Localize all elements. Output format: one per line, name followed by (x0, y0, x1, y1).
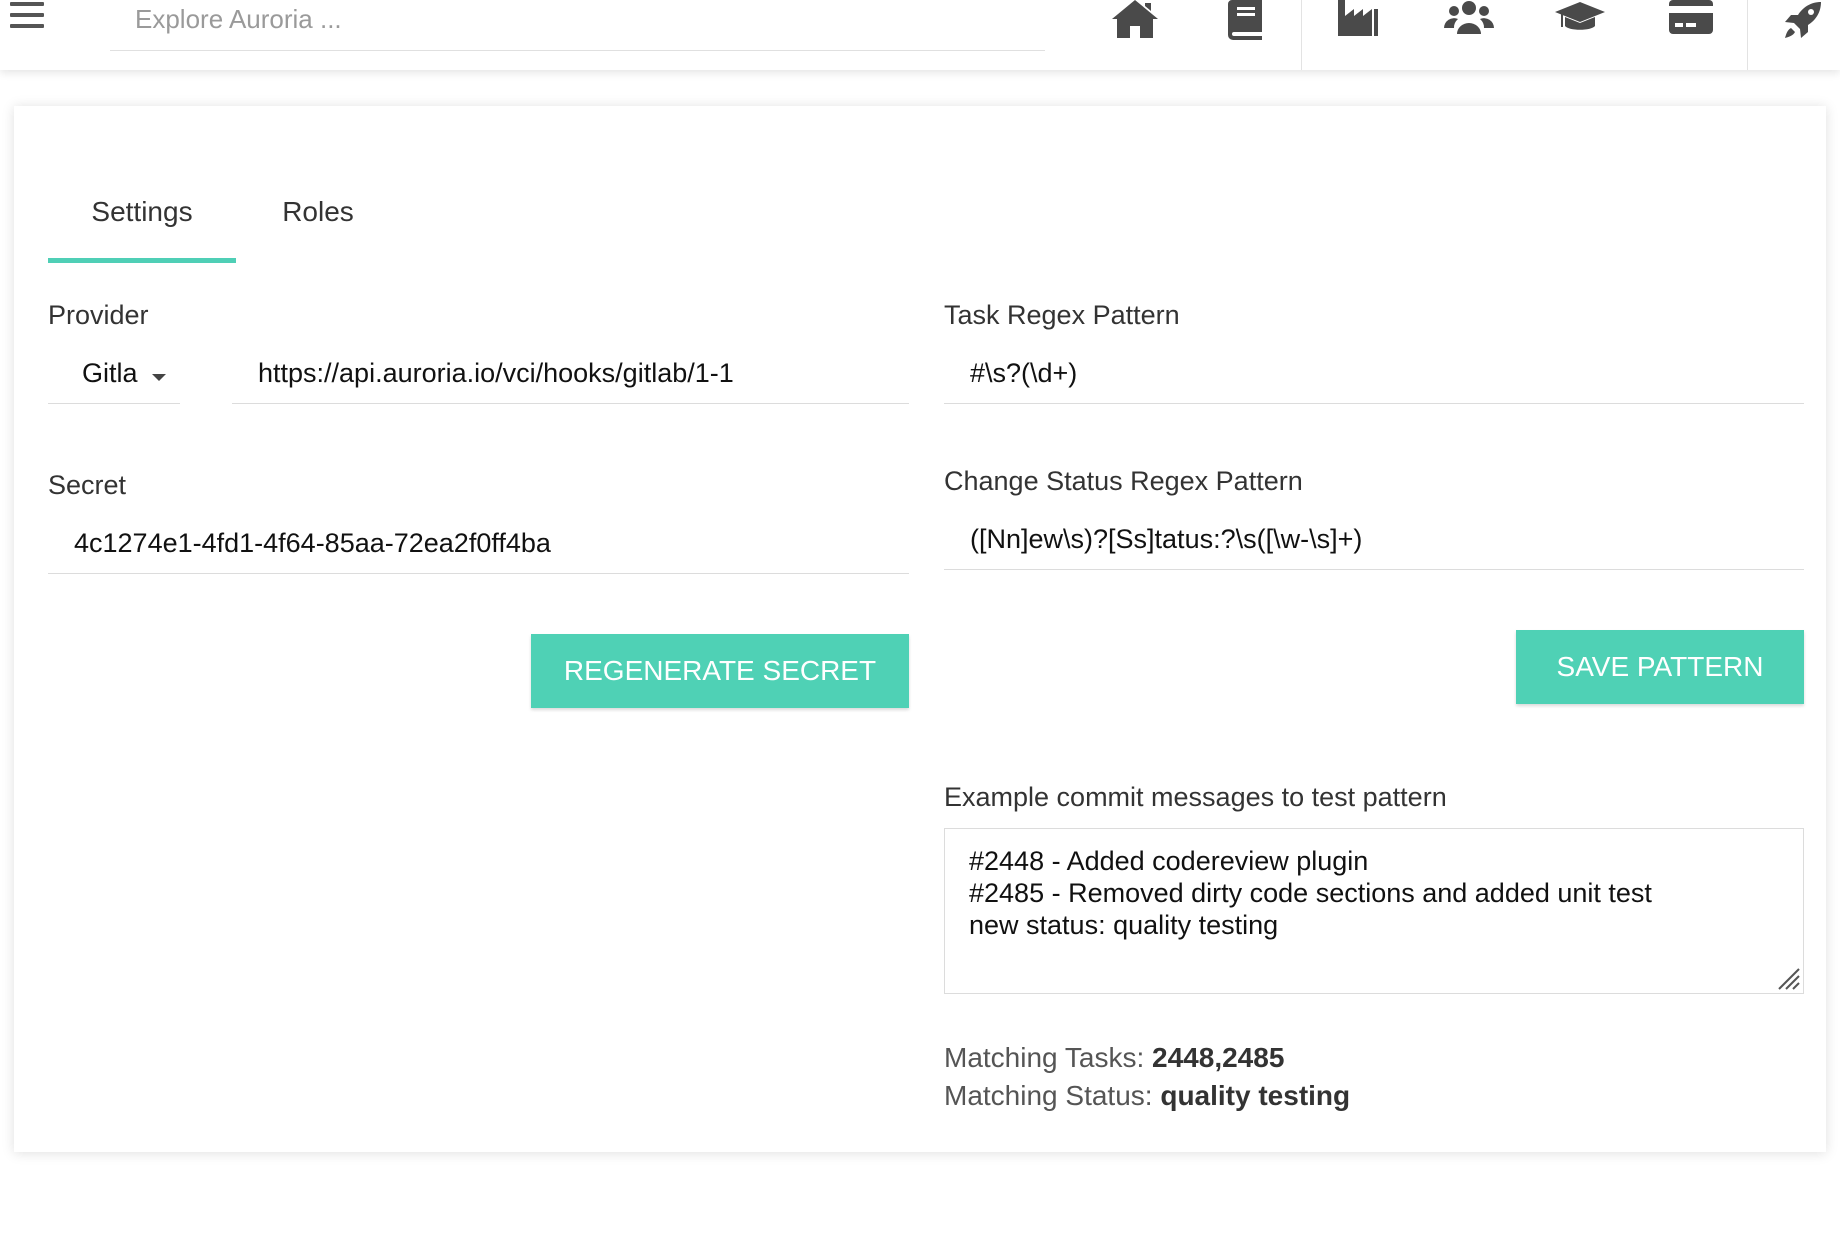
tab-settings[interactable]: Settings (48, 196, 236, 266)
regenerate-secret-label: REGENERATE SECRET (563, 655, 877, 686)
matching-tasks-label: Matching Tasks: (944, 1042, 1153, 1073)
search-input[interactable] (110, 0, 1045, 38)
example-commits-textarea[interactable] (945, 829, 1803, 993)
webhook-url-field[interactable] (232, 358, 909, 404)
home-icon[interactable] (1100, 0, 1170, 48)
status-regex-field[interactable] (944, 524, 1804, 570)
top-bar (0, 0, 1840, 70)
provider-select-value: Gitla (82, 358, 138, 388)
task-regex-label: Task Regex Pattern (944, 300, 1180, 330)
save-pattern-label: SAVE PATTERN (1556, 651, 1764, 682)
status-regex-input[interactable] (970, 524, 1804, 555)
secret-input[interactable] (74, 528, 909, 559)
book-icon[interactable] (1210, 0, 1280, 48)
nav-divider (1747, 0, 1748, 70)
hamburger-menu-icon[interactable] (8, 0, 48, 36)
task-regex-field[interactable] (944, 358, 1804, 404)
save-pattern-button[interactable]: SAVE PATTERN (1516, 630, 1804, 704)
resize-handle-icon[interactable] (1775, 965, 1801, 991)
active-tab-indicator (48, 258, 236, 263)
tab-settings-label: Settings (91, 196, 193, 227)
credit-card-icon[interactable] (1656, 0, 1726, 48)
factory-icon[interactable] (1323, 0, 1393, 48)
matching-status-label: Matching Status: (944, 1080, 1161, 1111)
example-commits-label: Example commit messages to test pattern (944, 782, 1447, 812)
matching-status-value: quality testing (1160, 1080, 1351, 1111)
example-commits-box (944, 828, 1804, 994)
secret-field[interactable] (48, 528, 909, 574)
matching-status-line: Matching Status: quality testing (944, 1080, 1350, 1112)
secret-label: Secret (48, 470, 127, 500)
users-icon[interactable] (1434, 0, 1504, 48)
task-regex-input[interactable] (970, 358, 1804, 389)
search-box (110, 0, 1045, 51)
provider-label: Provider (48, 300, 149, 330)
matching-tasks-value: 2448,2485 (1152, 1042, 1285, 1073)
status-regex-label: Change Status Regex Pattern (944, 466, 1303, 496)
regenerate-secret-button[interactable]: REGENERATE SECRET (531, 634, 909, 708)
graduation-cap-icon[interactable] (1545, 0, 1615, 48)
chevron-down-icon (152, 374, 166, 381)
tab-roles[interactable]: Roles (258, 196, 378, 266)
settings-card: Settings Roles Provider Gitla Secret REG… (14, 106, 1826, 1152)
rocket-icon[interactable] (1768, 0, 1838, 48)
tab-roles-label: Roles (282, 196, 354, 227)
matching-tasks-line: Matching Tasks: 2448,2485 (944, 1042, 1284, 1074)
webhook-url-input[interactable] (258, 358, 909, 389)
nav-divider (1301, 0, 1302, 70)
provider-select[interactable]: Gitla (48, 358, 180, 404)
